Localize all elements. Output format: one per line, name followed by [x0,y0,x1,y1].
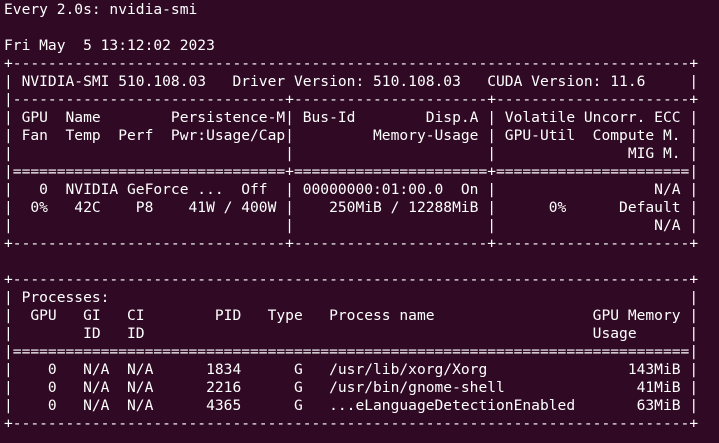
gpu-header-separator: |===============================+=======… [4,163,699,180]
table-border-top: +---------------------------------------… [4,55,699,72]
process-row: | 0 N/A N/A 4365 G ...eLanguageDetection… [4,397,699,414]
processes-header-row-1: | GPU GI CI PID Type Process name GPU Me… [4,307,699,324]
process-row: | 0 N/A N/A 1834 G /usr/lib/xorg/Xorg 14… [4,361,699,378]
timestamp-line: Fri May 5 13:12:02 2023 [4,37,215,54]
smi-version-line: | NVIDIA-SMI 510.108.03 Driver Version: … [4,73,699,90]
processes-border-bottom: +---------------------------------------… [4,415,699,432]
gpu-table-border-bottom: +-------------------------------+-------… [4,235,699,252]
gpu-header-row-2: | Fan Temp Perf Pwr:Usage/Cap| Memory-Us… [4,127,699,144]
gpu-row-3: | | | N/A | [4,217,699,234]
processes-header-row-2: | ID ID Usage | [4,325,699,342]
processes-header-separator: |=======================================… [4,343,699,360]
gpu-row-2: | 0% 42C P8 41W / 400W | 250MiB / 12288M… [4,199,699,216]
gpu-header-row-1: | GPU Name Persistence-M| Bus-Id Disp.A … [4,109,699,126]
gpu-header-row-3: | | | MIG M. | [4,145,699,162]
gpu-row-1: | 0 NVIDIA GeForce ... Off | 00000000:01… [4,181,699,198]
table-divider: |-------------------------------+-------… [4,91,699,108]
processes-title: | Processes: | [4,289,699,306]
process-row: | 0 N/A N/A 2216 G /usr/bin/gnome-shell … [4,379,699,396]
terminal-output: Every 2.0s: nvidia-smi Fri May 5 13:12:02… [4,1,698,433]
processes-border-top: +---------------------------------------… [4,271,699,288]
watch-header-line: Every 2.0s: nvidia-smi [4,1,198,18]
